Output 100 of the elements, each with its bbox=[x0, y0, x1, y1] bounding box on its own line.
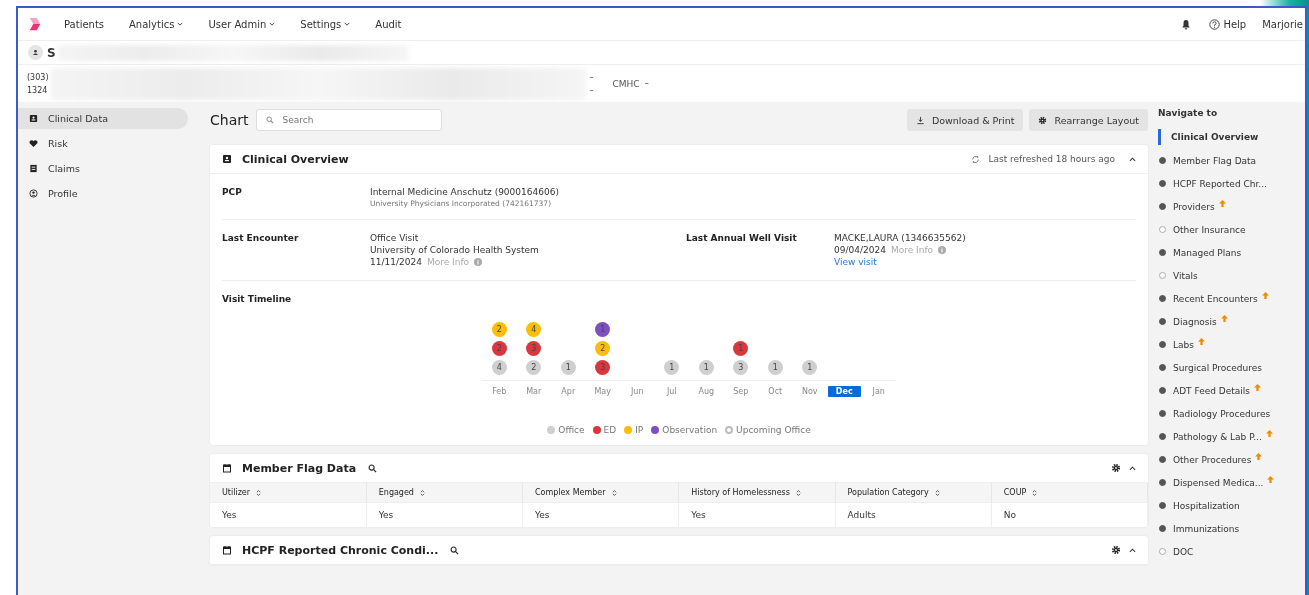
visit-count-dot[interactable]: 2 bbox=[595, 341, 611, 356]
info-value: – bbox=[644, 79, 649, 88]
section-nav-link[interactable]: Radiology Procedures bbox=[1158, 402, 1298, 425]
field-value: MACKE,LAURA (1346635562) bbox=[834, 233, 966, 243]
nav-menu-item[interactable]: Analytics bbox=[129, 18, 184, 30]
visit-count-dot[interactable]: 2 bbox=[491, 322, 507, 337]
section-nav-link[interactable]: Immunizations bbox=[1158, 517, 1298, 540]
month-label: Mar bbox=[525, 386, 543, 397]
info-value: – bbox=[589, 85, 594, 95]
column-header[interactable]: Utilizer bbox=[210, 483, 367, 503]
nav-menu-item[interactable]: User Admin bbox=[208, 18, 276, 30]
column-header[interactable]: Complex Member bbox=[522, 483, 679, 503]
calendar-icon bbox=[222, 545, 232, 555]
legend-label: IP bbox=[635, 425, 644, 435]
visit-count-dot[interactable]: 4 bbox=[491, 360, 507, 375]
patient-phone: (303) bbox=[27, 72, 49, 82]
collapse-caret-icon[interactable] bbox=[1129, 465, 1136, 471]
visit-count-dot[interactable]: 1 bbox=[767, 360, 783, 375]
column-header[interactable]: Population Category bbox=[835, 483, 992, 503]
section-nav-link[interactable]: ADT Feed Details bbox=[1158, 379, 1298, 402]
rearrange-layout-button[interactable]: Rearrange Layout bbox=[1029, 109, 1148, 131]
section-nav-link[interactable]: Hospitalization bbox=[1158, 494, 1298, 517]
section-nav-link[interactable]: DOC bbox=[1158, 540, 1298, 563]
refresh-icon bbox=[971, 154, 981, 164]
field-value: University of Colorado Health System bbox=[370, 245, 540, 255]
chevron-down-icon bbox=[177, 22, 184, 26]
section-nav-link[interactable]: Pathology & Lab P... bbox=[1158, 425, 1298, 448]
settings-icon[interactable] bbox=[1111, 463, 1121, 473]
section-nav-link[interactable]: Recent Encounters bbox=[1158, 287, 1298, 310]
month-label: Apr bbox=[560, 386, 577, 397]
month-label: Oct bbox=[767, 386, 784, 397]
card-title: Clinical Overview bbox=[242, 152, 349, 166]
table-cell: Yes bbox=[366, 502, 523, 527]
nav-menu-item[interactable]: Settings bbox=[300, 18, 351, 30]
section-nav-link[interactable]: Vitals bbox=[1158, 264, 1298, 287]
collapse-caret-icon[interactable] bbox=[1129, 547, 1136, 553]
column-header[interactable]: Engaged bbox=[366, 483, 523, 503]
visit-count-dot[interactable]: 1 bbox=[664, 360, 680, 375]
download-icon bbox=[915, 115, 925, 125]
view-visit-link[interactable]: View visit bbox=[834, 257, 966, 267]
section-nav-link[interactable]: Surgical Procedures bbox=[1158, 356, 1298, 379]
nav-menu-item[interactable]: Audit bbox=[375, 18, 402, 30]
search-icon[interactable] bbox=[450, 545, 460, 555]
month-label: May bbox=[593, 386, 612, 397]
id-badge-icon bbox=[222, 154, 232, 164]
section-nav-link[interactable]: Providers bbox=[1158, 195, 1298, 218]
section-nav-link[interactable]: Other Procedures bbox=[1158, 448, 1298, 471]
month-label: Feb bbox=[491, 386, 508, 397]
legend-label: Upcoming Office bbox=[736, 425, 811, 435]
patient-address: 1324 bbox=[27, 85, 49, 95]
visit-count-dot[interactable]: 2 bbox=[526, 360, 542, 375]
section-nav-link[interactable]: Member Flag Data bbox=[1158, 149, 1298, 172]
table-cell: Yes bbox=[678, 502, 835, 527]
collapse-caret-icon[interactable] bbox=[1129, 156, 1136, 162]
logo-icon[interactable] bbox=[28, 17, 42, 31]
visit-count-dot[interactable]: 1 bbox=[560, 360, 576, 375]
chevron-down-icon bbox=[269, 22, 276, 26]
table-cell: Yes bbox=[210, 502, 367, 527]
section-nav-link[interactable]: Dispensed Medica... bbox=[1158, 471, 1298, 494]
sidebar-item[interactable]: Profile bbox=[18, 183, 188, 204]
sort-icon bbox=[611, 488, 617, 497]
section-nav-link[interactable]: Clinical Overview bbox=[1158, 129, 1298, 145]
sidebar-item[interactable]: Clinical Data bbox=[18, 108, 188, 129]
program-label: CMHC bbox=[612, 78, 640, 89]
info-value: – bbox=[589, 72, 594, 82]
section-nav-link[interactable]: Labs bbox=[1158, 333, 1298, 356]
month-label: Jan bbox=[871, 386, 886, 397]
section-nav-link[interactable]: HCPF Reported Chr... bbox=[1158, 172, 1298, 195]
help-icon bbox=[1209, 18, 1221, 30]
sidebar-item[interactable]: Risk bbox=[18, 133, 188, 154]
visit-date: 11/11/2024 bbox=[370, 257, 422, 267]
visit-count-dot[interactable]: 1 bbox=[802, 360, 818, 375]
sort-icon bbox=[256, 488, 262, 497]
section-nav-link[interactable]: Diagnosis bbox=[1158, 310, 1298, 333]
section-nav-link[interactable]: Managed Plans bbox=[1158, 241, 1298, 264]
search-icon[interactable] bbox=[368, 463, 378, 473]
month-label: Aug bbox=[697, 386, 716, 397]
nav-menu-item[interactable]: Patients bbox=[64, 18, 105, 30]
chevron-down-icon bbox=[344, 22, 351, 26]
help-link[interactable]: Help bbox=[1209, 18, 1247, 30]
settings-icon bbox=[1038, 115, 1048, 125]
last-refreshed-text: Last refreshed 18 hours ago bbox=[988, 154, 1115, 164]
id-badge-icon bbox=[29, 114, 38, 123]
month-label[interactable]: Dec bbox=[827, 386, 861, 397]
visit-count-dot[interactable]: 4 bbox=[526, 322, 542, 337]
page-title: Chart bbox=[210, 112, 249, 128]
sidebar-item[interactable]: Claims bbox=[18, 158, 188, 179]
column-header[interactable]: History of Homelessness bbox=[678, 483, 835, 503]
sort-icon bbox=[795, 488, 801, 497]
section-nav-link[interactable]: Other Insurance bbox=[1158, 218, 1298, 241]
field-label: PCP bbox=[222, 187, 243, 199]
search-field[interactable]: Search bbox=[256, 109, 443, 131]
visit-count-dot[interactable]: 1 bbox=[698, 360, 714, 375]
user-name[interactable]: Marjorie bbox=[1262, 18, 1303, 30]
bell-icon[interactable] bbox=[1181, 18, 1192, 30]
column-header[interactable]: COUP bbox=[991, 483, 1148, 503]
settings-icon[interactable] bbox=[1111, 545, 1121, 555]
profile-icon bbox=[29, 189, 38, 198]
visit-count-dot[interactable]: 3 bbox=[733, 360, 749, 375]
download-print-button[interactable]: Download & Print bbox=[906, 109, 1024, 131]
